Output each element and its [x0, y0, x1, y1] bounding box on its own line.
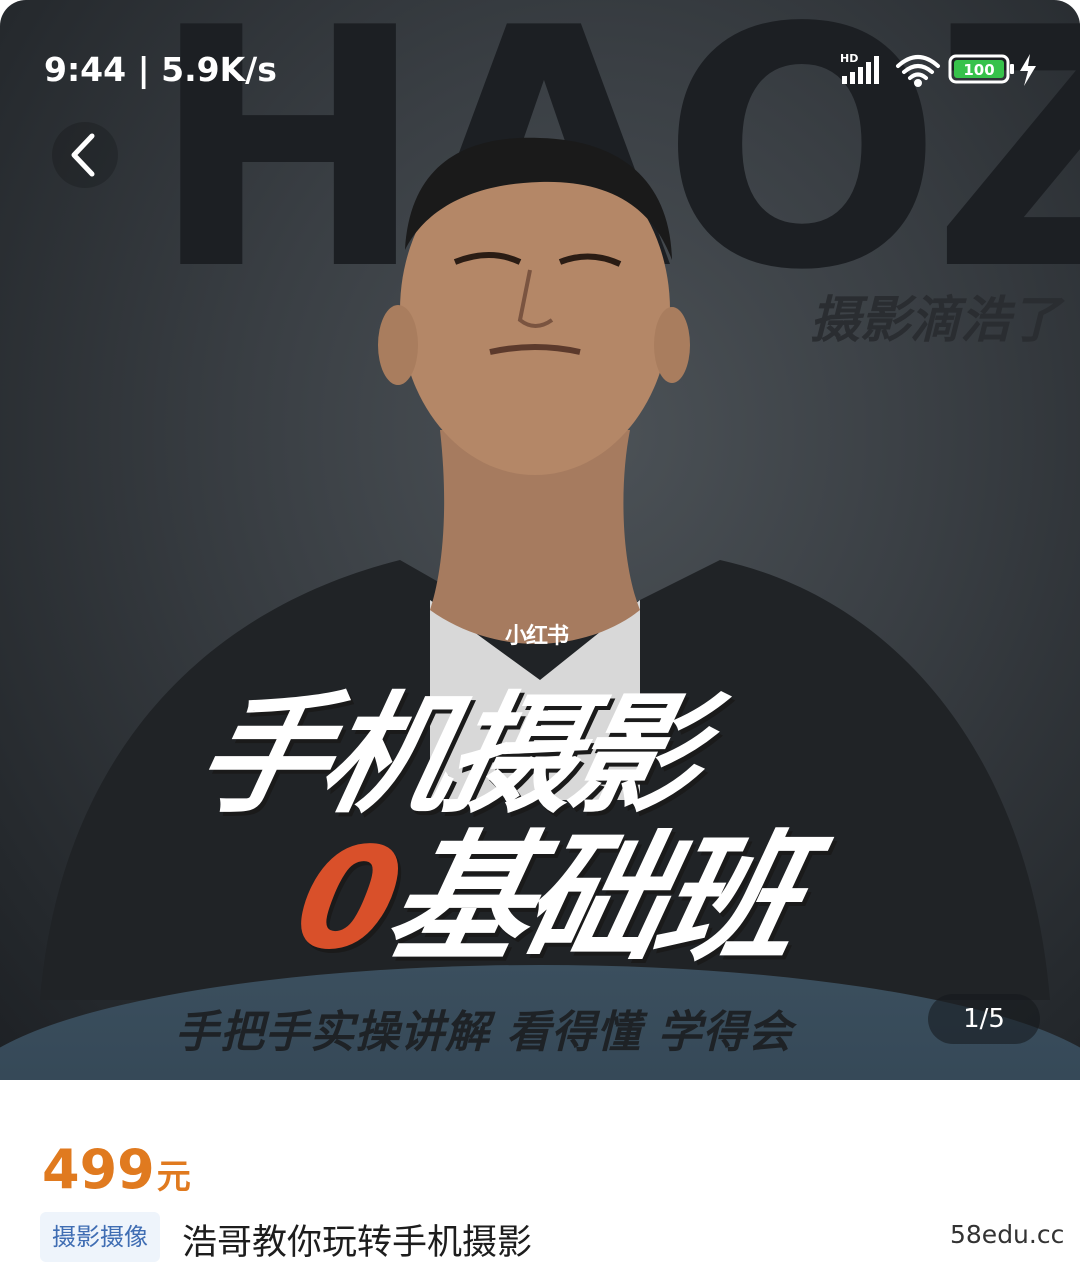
hero-title-line-1: 手机摄影: [183, 679, 713, 831]
network-label: HD: [840, 52, 858, 65]
price-unit: 元: [156, 1157, 191, 1197]
status-time: 9:44 | 5.9K/s: [44, 50, 277, 89]
hero-title-basics: 基础班: [374, 818, 811, 981]
back-button[interactable]: [50, 120, 120, 190]
wifi-icon: [896, 55, 940, 87]
status-bar: 9:44 | 5.9K/s HD 100: [0, 40, 1080, 100]
site-watermark: 58edu.cc: [950, 1220, 1065, 1249]
category-badge[interactable]: 摄影摄像: [40, 1212, 160, 1262]
product-info: 499元 摄影摄像 浩哥教你玩转手机摄影 58edu.cc: [0, 1080, 1080, 1269]
back-arrow-icon: [52, 122, 118, 188]
charging-icon: [1020, 54, 1036, 86]
battery-icon: 100: [948, 54, 1014, 84]
price: 499元: [42, 1138, 191, 1201]
hero-tagline: 手把手实操讲解 看得懂 学得会: [175, 1007, 793, 1058]
watermark-label: 小红书: [505, 624, 569, 649]
signal-icon: HD: [840, 52, 879, 84]
image-counter: 1/5: [928, 994, 1040, 1044]
product-title: 浩哥教你玩转手机摄影: [182, 1223, 533, 1263]
product-image-carousel[interactable]: HAOZI 摄影滴浩了 小红书 手机摄影 0基础班 手把手实操讲解 看得懂 学得…: [0, 0, 1080, 1080]
status-icons: HD 100: [840, 52, 1036, 87]
battery-level: 100: [963, 61, 994, 79]
hero-title-line-2: 0基础班: [283, 818, 811, 981]
price-value: 499: [42, 1138, 155, 1201]
